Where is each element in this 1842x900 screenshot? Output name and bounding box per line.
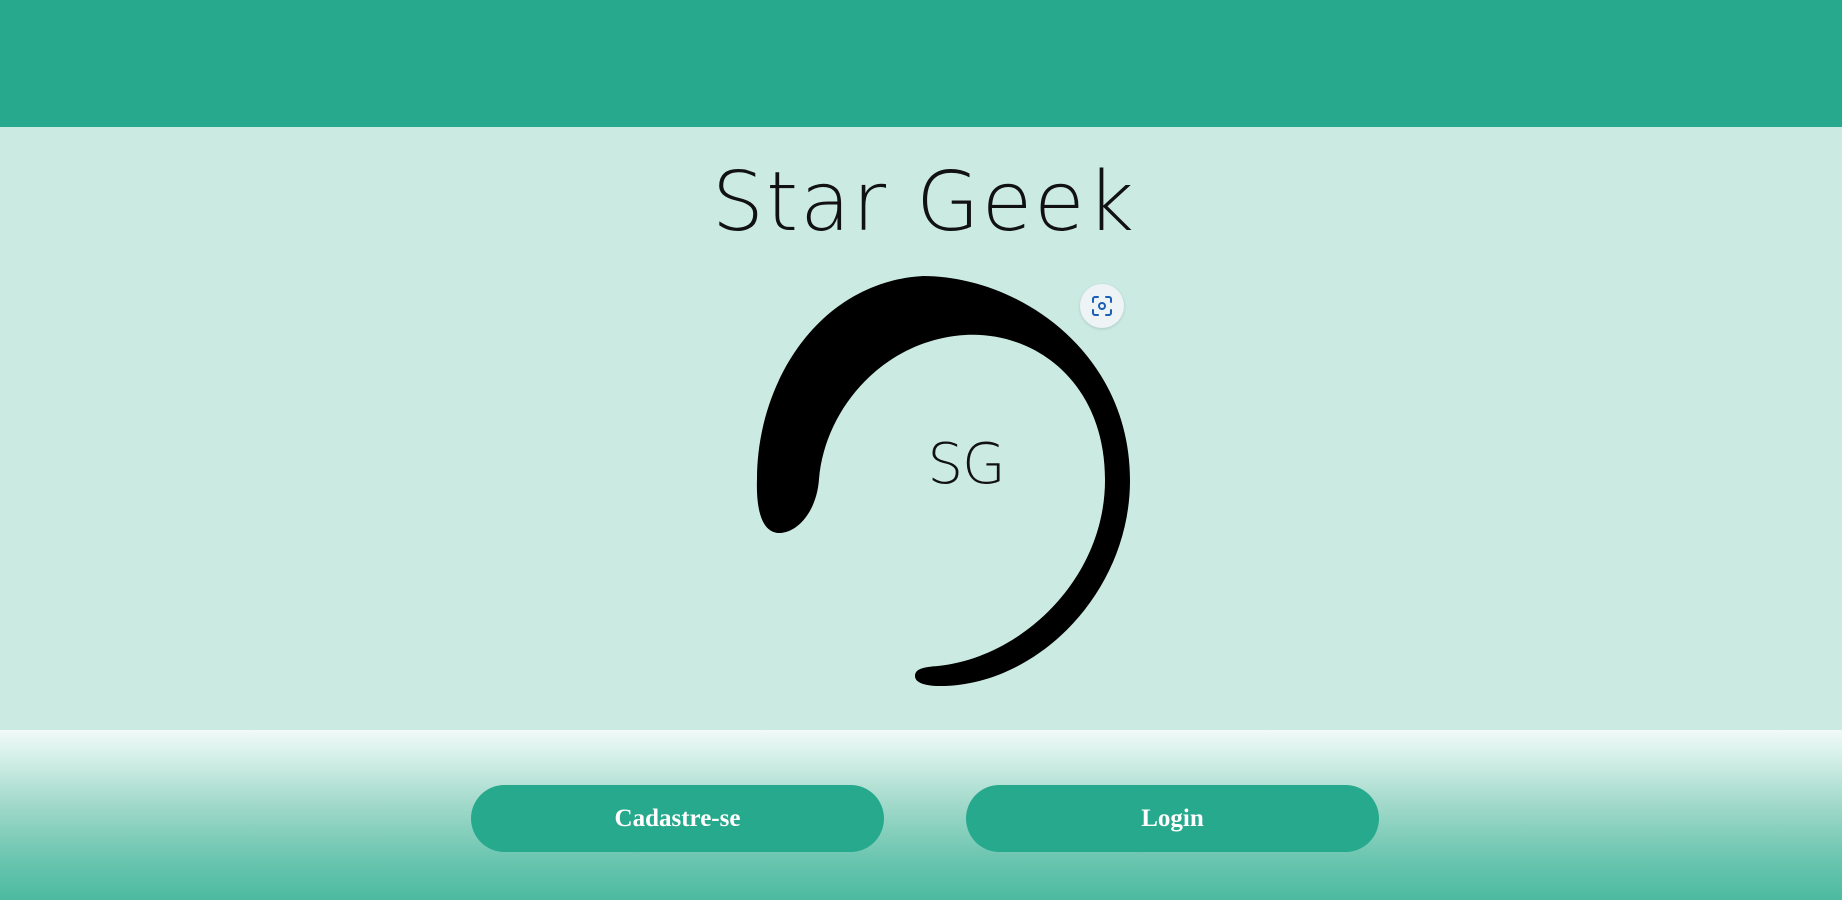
top-header-bar	[0, 0, 1842, 127]
signup-button[interactable]: Cadastre-se	[471, 785, 884, 852]
visual-search-button[interactable]	[1080, 284, 1124, 328]
page-title: Star Geek	[711, 155, 1137, 250]
logo-monogram: SG	[927, 432, 1006, 497]
star-geek-logo: SG	[700, 262, 1160, 702]
login-button[interactable]: Login	[966, 785, 1379, 852]
footer-area	[0, 730, 1842, 900]
visual-search-icon	[1092, 296, 1112, 316]
